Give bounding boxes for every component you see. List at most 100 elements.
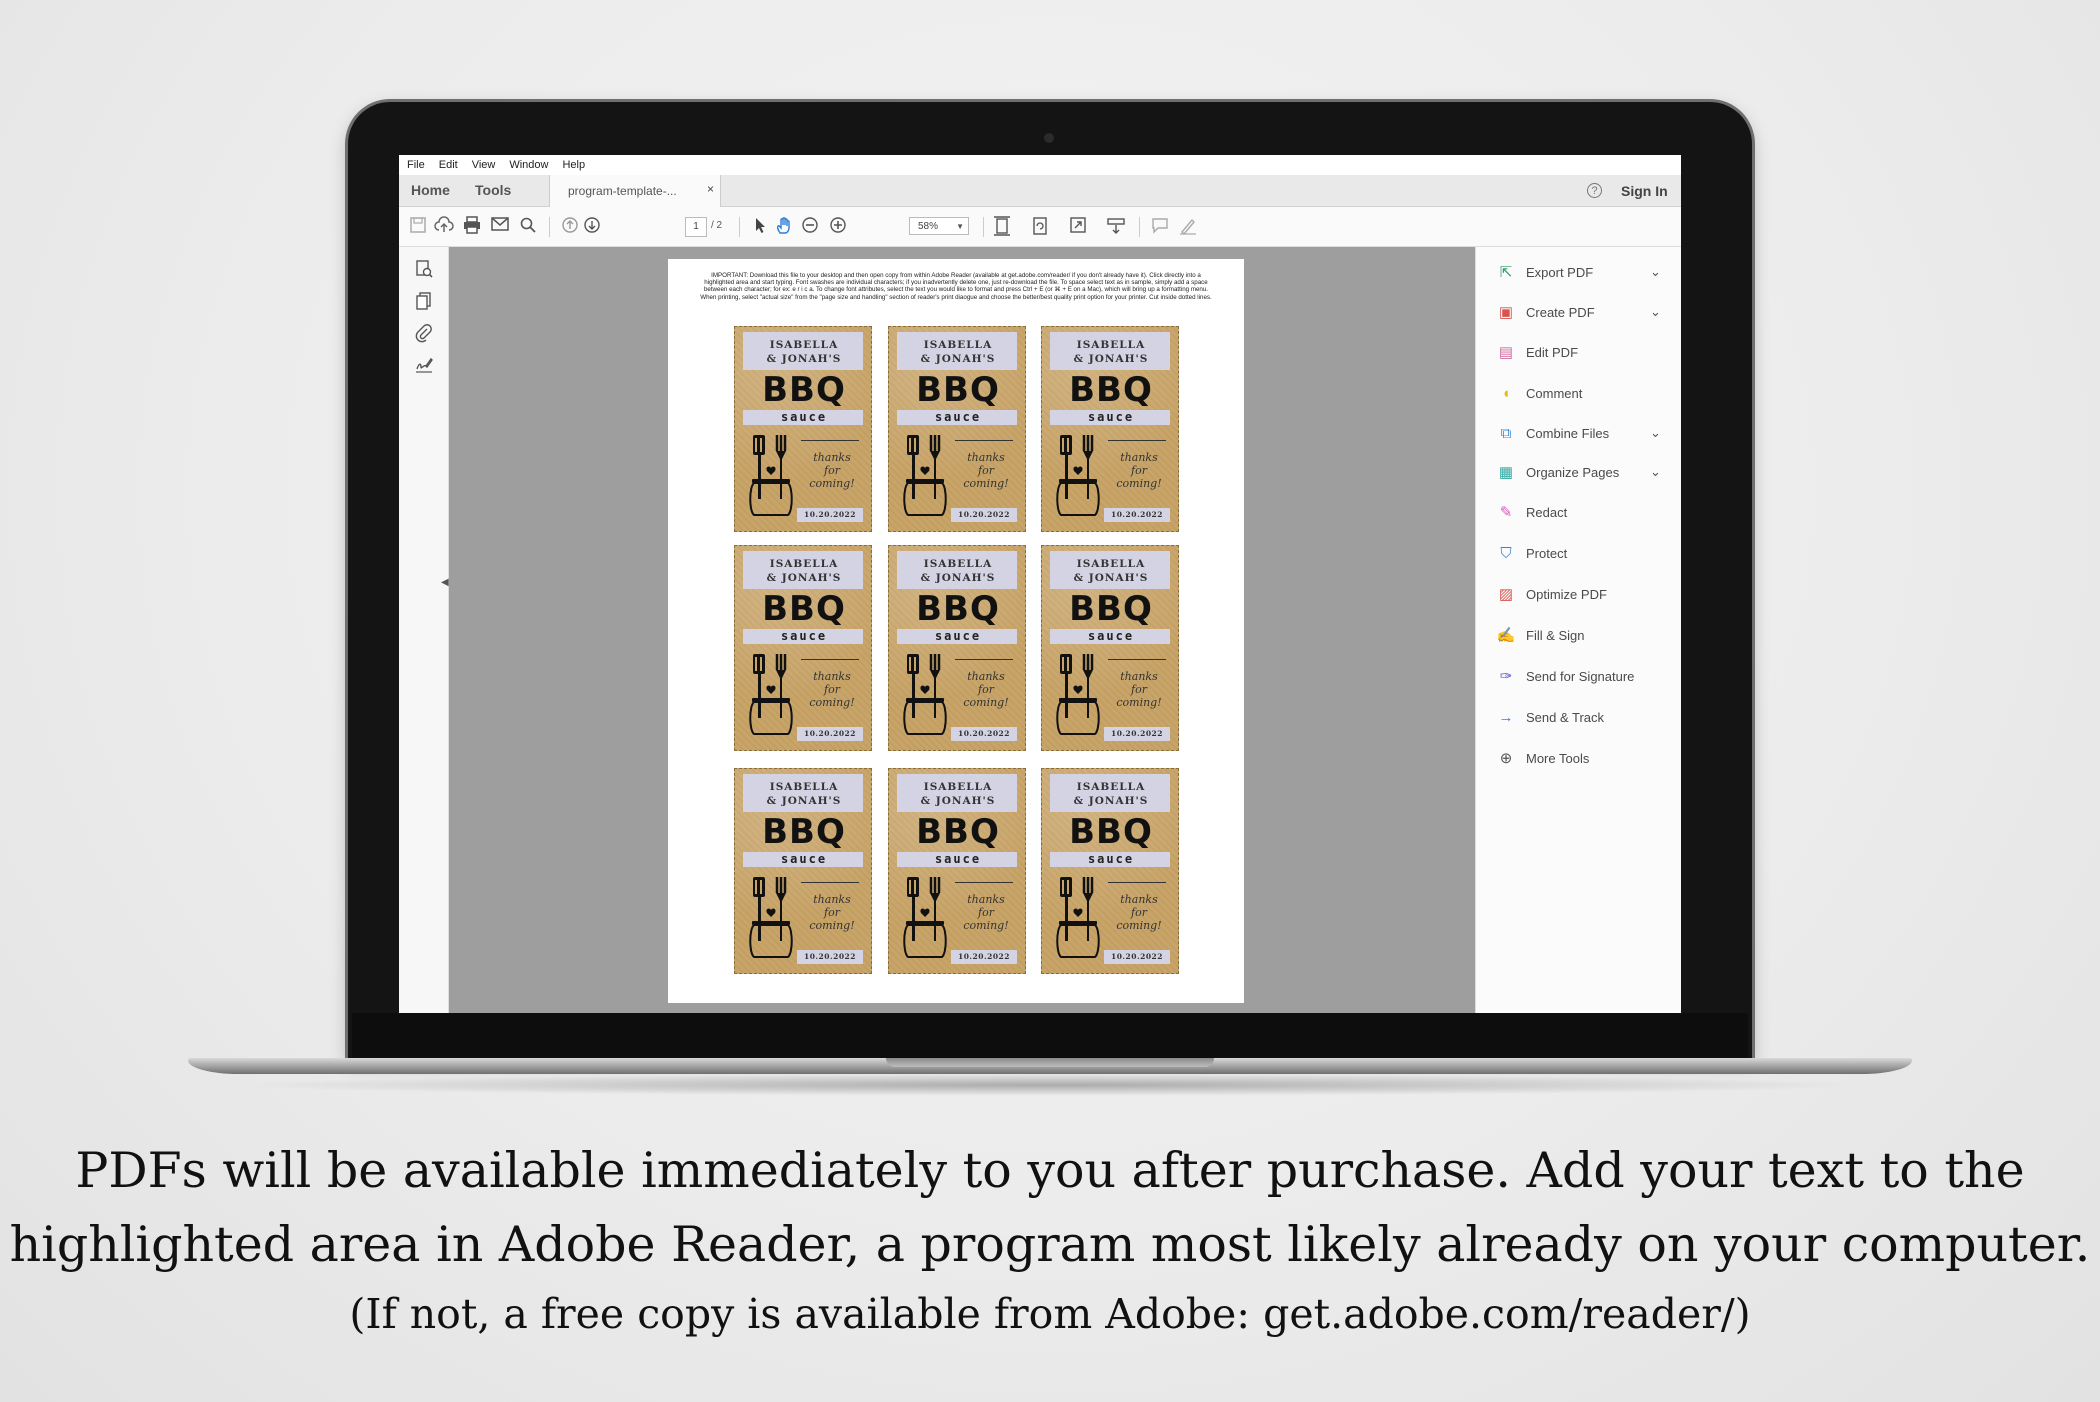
label-subtitle[interactable]: sauce [889, 852, 1027, 866]
label-subtitle[interactable]: sauce [1042, 410, 1180, 424]
label-date[interactable]: 10.20.2022 [951, 952, 1017, 961]
help-icon[interactable]: ? [1587, 183, 1602, 198]
label-subtitle[interactable]: sauce [889, 410, 1027, 424]
label-name-line-2[interactable]: & JONAH'S [735, 353, 873, 365]
thanks-line-3: coming! [963, 696, 1009, 709]
label-name-line-1[interactable]: ISABELLA [889, 339, 1027, 351]
zoom-in-icon[interactable] [827, 216, 849, 238]
label-title: BBQ [762, 370, 846, 410]
label-title: BBQ [916, 812, 1000, 852]
label-subtitle[interactable]: sauce [735, 410, 873, 424]
label-name-line-2[interactable]: & JONAH'S [889, 572, 1027, 584]
menu-file[interactable]: File [407, 159, 425, 171]
tab-home[interactable]: Home [411, 182, 450, 198]
select-icon[interactable] [749, 216, 771, 238]
save-icon[interactable] [407, 216, 429, 238]
print-icon[interactable] [461, 216, 483, 238]
export-pdf-icon: ⇱ [1499, 264, 1513, 281]
mason-jar-utensils-icon [903, 435, 947, 516]
tab-tools[interactable]: Tools [475, 182, 511, 198]
label-date[interactable]: 10.20.2022 [951, 729, 1017, 738]
label-date[interactable]: 10.20.2022 [1104, 952, 1170, 961]
redact-icon: ✎ [1499, 504, 1513, 521]
label-subtitle[interactable]: sauce [1042, 629, 1180, 643]
document-viewport[interactable]: IMPORTANT: Download this file to your de… [449, 247, 1475, 1013]
mason-jar-utensils-icon [903, 654, 947, 735]
send-track-icon: → [1498, 709, 1514, 726]
pdf-page: IMPORTANT: Download this file to your de… [668, 259, 1244, 1003]
label-divider [801, 659, 859, 660]
label-date[interactable]: 10.20.2022 [797, 729, 863, 738]
label-name-line-1[interactable]: ISABELLA [889, 781, 1027, 793]
menu-window[interactable]: Window [509, 159, 548, 171]
thanks-line-3: coming! [809, 696, 855, 709]
menu-view[interactable]: View [472, 159, 496, 171]
mason-jar-utensils-icon [903, 877, 947, 958]
label-name-line-1[interactable]: ISABELLA [735, 339, 873, 351]
page-thumbnails-icon[interactable] [414, 259, 434, 279]
tool-label: Edit PDF [1526, 345, 1579, 360]
label-name-line-1[interactable]: ISABELLA [1042, 558, 1180, 570]
thanks-line-1: thanks [1120, 451, 1158, 464]
label-name-line-2[interactable]: & JONAH'S [735, 795, 873, 807]
tab-document[interactable]: program-template-... × [549, 175, 721, 207]
thanks-line-3: coming! [1116, 919, 1162, 932]
label-date[interactable]: 10.20.2022 [1104, 729, 1170, 738]
email-icon[interactable] [489, 216, 511, 238]
label-date[interactable]: 10.20.2022 [797, 952, 863, 961]
rotate-icon[interactable] [1029, 216, 1051, 238]
label-date[interactable]: 10.20.2022 [797, 510, 863, 519]
label-name-line-2[interactable]: & JONAH'S [889, 353, 1027, 365]
sign-in-button[interactable]: Sign In [1621, 183, 1668, 199]
page-down-icon[interactable] [581, 216, 603, 238]
bbq-label: ISABELLA & JONAH'S BBQ sauce thanks for coming… [734, 768, 872, 974]
mason-jar-utensils-icon [1056, 435, 1100, 516]
zoom-out-icon[interactable] [799, 216, 821, 238]
label-name-line-1[interactable]: ISABELLA [735, 558, 873, 570]
page-up-icon[interactable] [559, 216, 581, 238]
label-subtitle[interactable]: sauce [1042, 852, 1180, 866]
collapse-panel-icon[interactable]: ◀ [441, 577, 449, 588]
chevron-down-icon[interactable]: ⌄ [1650, 304, 1661, 320]
comment-icon[interactable] [1149, 216, 1171, 238]
label-name-line-1[interactable]: ISABELLA [735, 781, 873, 793]
label-subtitle[interactable]: sauce [889, 629, 1027, 643]
label-name-line-1[interactable]: ISABELLA [889, 558, 1027, 570]
full-screen-icon[interactable] [1067, 216, 1089, 238]
zoom-select[interactable]: 58% ▼ [909, 217, 969, 235]
tool-label: Send & Track [1526, 710, 1605, 725]
page-number-input[interactable]: 1 [685, 217, 707, 237]
tool-label: Comment [1526, 386, 1583, 401]
label-divider [955, 659, 1013, 660]
chevron-down-icon[interactable]: ⌄ [1650, 425, 1661, 441]
label-date[interactable]: 10.20.2022 [951, 510, 1017, 519]
signature-icon[interactable] [414, 355, 434, 375]
chevron-down-icon[interactable]: ⌄ [1650, 464, 1661, 480]
copy-pages-icon[interactable] [414, 291, 434, 311]
attachment-icon[interactable] [414, 323, 434, 343]
scroll-icon[interactable] [1105, 216, 1127, 238]
label-name-line-2[interactable]: & JONAH'S [735, 572, 873, 584]
hand-icon[interactable] [773, 216, 795, 238]
label-name-line-2[interactable]: & JONAH'S [1042, 353, 1180, 365]
laptop-shadow [230, 1074, 1870, 1096]
label-date[interactable]: 10.20.2022 [1104, 510, 1170, 519]
chevron-down-icon[interactable]: ⌄ [1650, 264, 1661, 280]
fit-page-icon[interactable] [991, 216, 1013, 238]
upload-icon[interactable] [433, 216, 455, 238]
menu-edit[interactable]: Edit [439, 159, 458, 171]
label-subtitle[interactable]: sauce [735, 852, 873, 866]
bbq-label: ISABELLA & JONAH'S BBQ sauce thanks for coming… [1041, 326, 1179, 532]
label-name-line-2[interactable]: & JONAH'S [889, 795, 1027, 807]
menu-help[interactable]: Help [562, 159, 585, 171]
label-name-line-2[interactable]: & JONAH'S [1042, 572, 1180, 584]
search-icon[interactable] [517, 216, 539, 238]
close-icon[interactable]: × [707, 182, 714, 196]
label-name-line-2[interactable]: & JONAH'S [1042, 795, 1180, 807]
label-name-line-1[interactable]: ISABELLA [1042, 781, 1180, 793]
label-subtitle[interactable]: sauce [735, 629, 873, 643]
sign-icon[interactable] [1177, 216, 1199, 238]
label-title: BBQ [1069, 370, 1153, 410]
toolbar: 1 / 2 58% ▼ [399, 207, 1681, 247]
label-name-line-1[interactable]: ISABELLA [1042, 339, 1180, 351]
